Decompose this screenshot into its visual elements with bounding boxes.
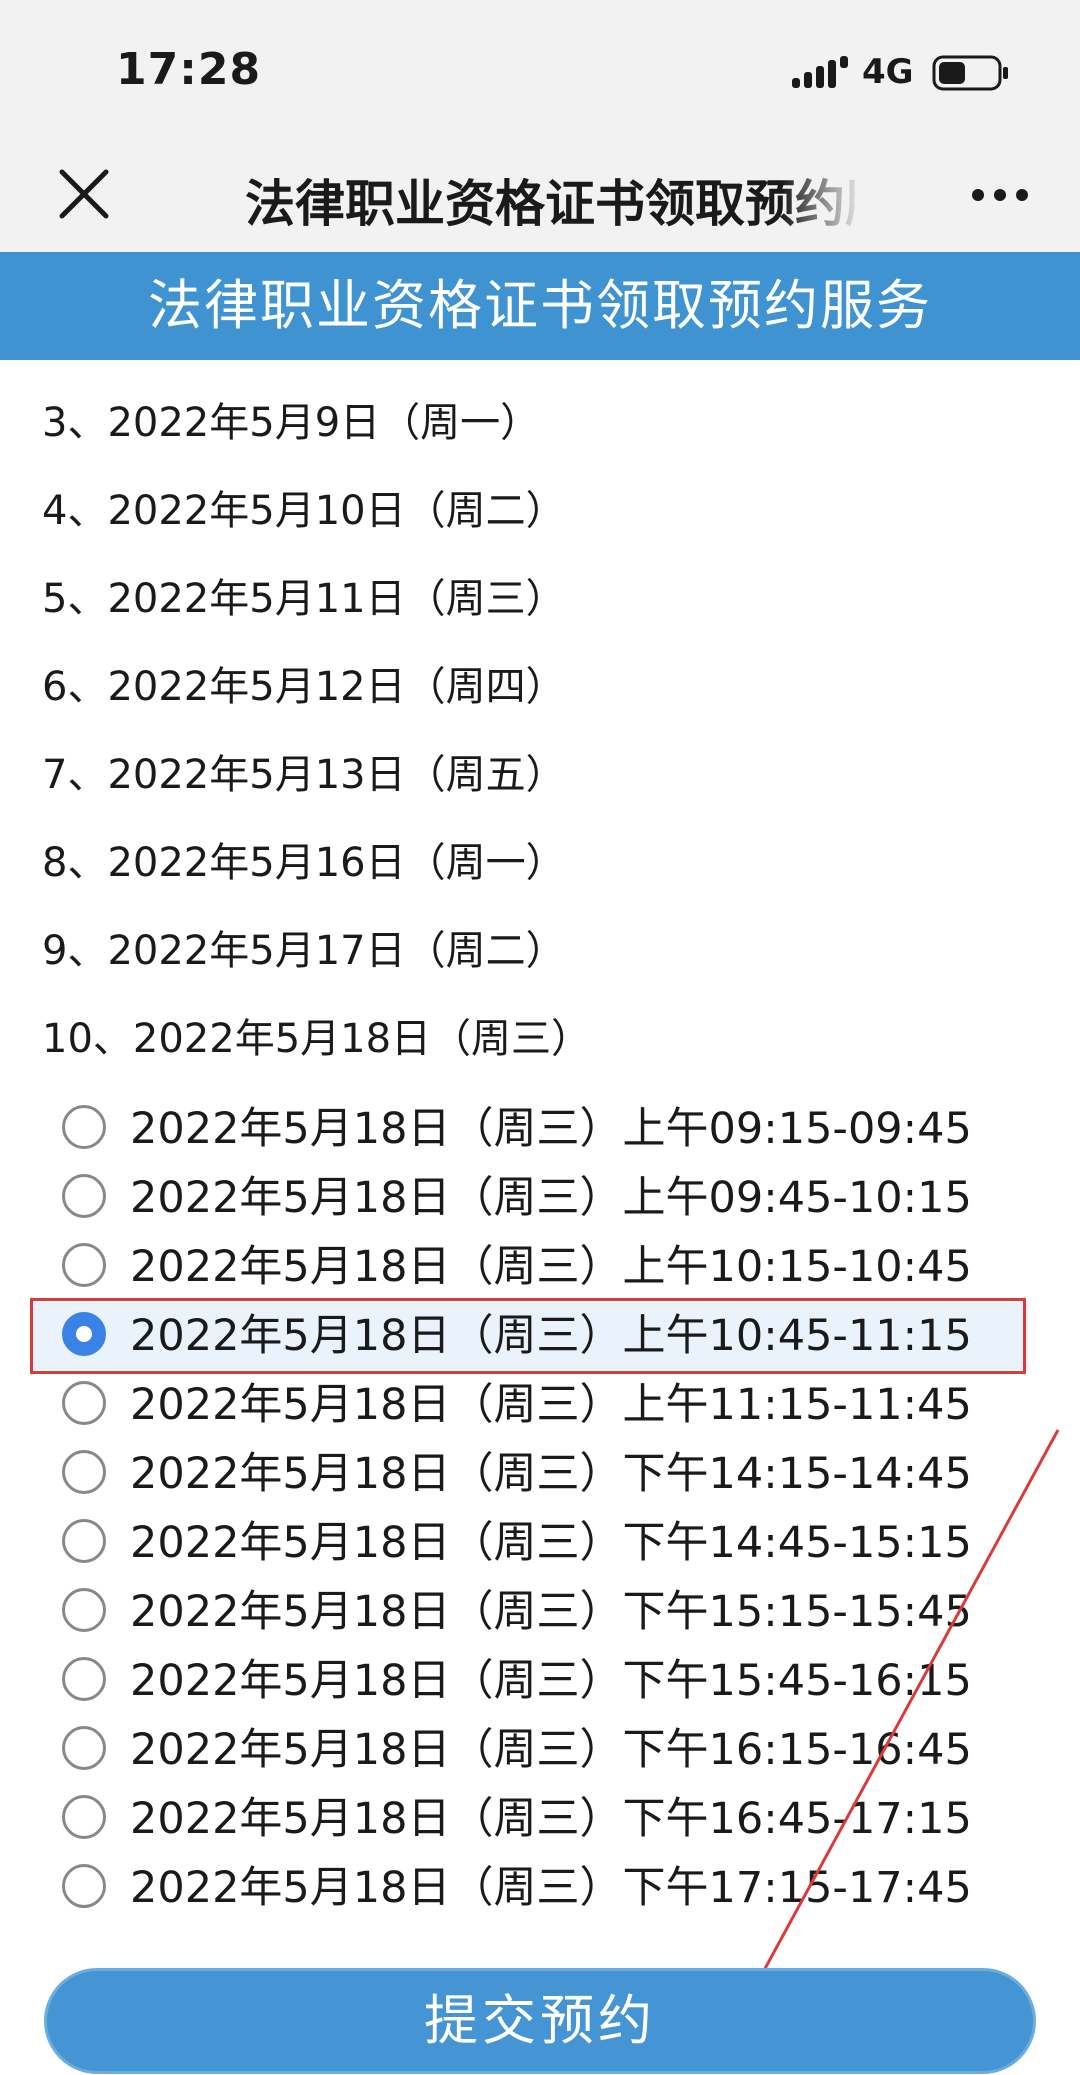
time-slot-label: 2022年5月18日（周三）下午15:15-15:45	[130, 1587, 972, 1637]
more-icon[interactable]	[970, 180, 1030, 210]
time-slot-label: 2022年5月18日（周三）上午10:15-10:45	[130, 1242, 972, 1292]
time-slot-label: 2022年5月18日（周三）下午16:45-17:15	[130, 1794, 972, 1844]
date-item[interactable]: 9、2022年5月17日（周二）	[42, 918, 566, 976]
signal-icon	[792, 56, 848, 88]
nav-title: 法律职业资格证书领取预约服务	[245, 175, 855, 233]
radio-button[interactable]	[62, 1519, 106, 1563]
nav-bar: 法律职业资格证书领取预约服务	[0, 140, 1080, 252]
radio-button[interactable]	[62, 1381, 106, 1425]
date-item[interactable]: 5、2022年5月11日（周三）	[42, 566, 566, 624]
date-item[interactable]: 7、2022年5月13日（周五）	[42, 742, 566, 800]
highlight-box	[30, 1298, 1026, 1374]
time-slot-label: 2022年5月18日（周三）下午14:45-15:15	[130, 1518, 972, 1568]
time-slot-option[interactable]: 2022年5月18日（周三）下午15:15-15:45	[30, 1578, 1028, 1646]
close-icon[interactable]	[58, 168, 110, 220]
date-item-selected-date[interactable]: 10、2022年5月18日（周三）	[42, 1006, 591, 1064]
time-slot-label: 2022年5月18日（周三）下午16:15-16:45	[130, 1725, 972, 1775]
time-slot-label: 2022年5月18日（周三）下午14:15-14:45	[130, 1449, 972, 1499]
status-time: 17:28	[116, 44, 262, 95]
date-item[interactable]: 3、2022年5月9日（周一）	[42, 390, 540, 448]
status-bar: 17:28 4G	[0, 0, 1080, 140]
time-slot-label: 2022年5月18日（周三）上午11:15-11:45	[130, 1380, 972, 1430]
time-slot-option[interactable]: 2022年5月18日（周三）上午09:45-10:15	[30, 1164, 1028, 1232]
date-item[interactable]: 6、2022年5月12日（周四）	[42, 654, 566, 712]
radio-button[interactable]	[62, 1657, 106, 1701]
time-slot-option[interactable]: 2022年5月18日（周三）下午16:15-16:45	[30, 1716, 1028, 1784]
service-banner: 法律职业资格证书领取预约服务	[0, 252, 1080, 360]
time-slot-label: 2022年5月18日（周三）下午17:15-17:45	[130, 1863, 972, 1913]
radio-button[interactable]	[62, 1864, 106, 1908]
time-slot-label: 2022年5月18日（周三）下午15:45-16:15	[130, 1656, 972, 1706]
radio-button[interactable]	[62, 1174, 106, 1218]
radio-button[interactable]	[62, 1726, 106, 1770]
radio-button[interactable]	[62, 1105, 106, 1149]
radio-button[interactable]	[62, 1795, 106, 1839]
radio-button[interactable]	[62, 1450, 106, 1494]
time-slot-option[interactable]: 2022年5月18日（周三）下午16:45-17:15	[30, 1785, 1028, 1853]
date-item[interactable]: 4、2022年5月10日（周二）	[42, 478, 566, 536]
time-slot-option[interactable]: 2022年5月18日（周三）下午17:15-17:45	[30, 1854, 1028, 1922]
radio-button[interactable]	[62, 1243, 106, 1287]
submit-booking-button[interactable]: 提交预约	[44, 1968, 1036, 2074]
time-slot-option[interactable]: 2022年5月18日（周三）上午10:15-10:45	[30, 1233, 1028, 1301]
time-slot-label: 2022年5月18日（周三）上午09:45-10:15	[130, 1173, 972, 1223]
time-slot-option[interactable]: 2022年5月18日（周三）下午15:45-16:15	[30, 1647, 1028, 1715]
battery-icon	[932, 55, 1008, 91]
time-slot-option[interactable]: 2022年5月18日（周三）上午09:15-09:45	[30, 1095, 1028, 1163]
time-slot-option[interactable]: 2022年5月18日（周三）下午14:45-15:15	[30, 1509, 1028, 1577]
radio-button[interactable]	[62, 1588, 106, 1632]
time-slot-option[interactable]: 2022年5月18日（周三）上午11:15-11:45	[30, 1371, 1028, 1439]
date-item[interactable]: 8、2022年5月16日（周一）	[42, 830, 566, 888]
time-slot-option[interactable]: 2022年5月18日（周三）下午14:15-14:45	[30, 1440, 1028, 1508]
time-slot-label: 2022年5月18日（周三）上午09:15-09:45	[130, 1104, 972, 1154]
network-label: 4G	[862, 52, 914, 92]
